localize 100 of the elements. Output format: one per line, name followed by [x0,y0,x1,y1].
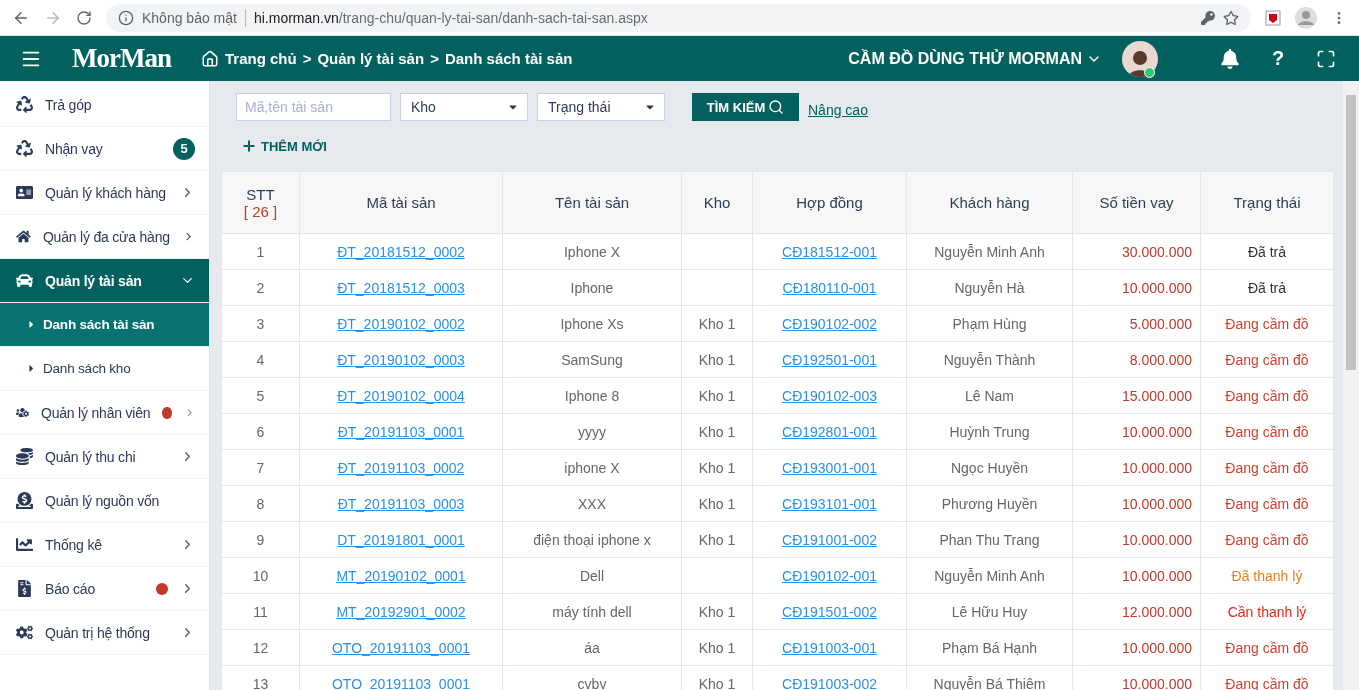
dropdown[interactable]: Trạng thái [537,93,665,121]
add-button[interactable]: THÊM MỚI [235,133,333,159]
table-cell: 12.000.000 [1072,593,1201,630]
table-cell: Kho 1 [681,305,753,342]
status-cell: Đang cầm đồ [1200,341,1334,378]
table-cell: Nguyễn Minh Anh [906,233,1073,270]
sidebar-icon [16,140,33,157]
table-cell: máy tính dell [502,593,682,630]
status-cell: Đã thanh lý [1200,557,1334,594]
table-cell: Kho 1 [681,449,753,486]
status-cell: Cần thanh lý [1200,593,1334,630]
table-cell: 7 [221,449,300,486]
table-cell: 10.000.000 [1072,629,1201,666]
table-cell: Lê Nam [906,377,1073,414]
column-header: Mã tài sản [299,171,503,234]
dropdown[interactable]: Kho [400,93,528,121]
breadcrumb-separator: > [302,50,312,67]
table-cell: Iphone Xs [502,305,682,342]
table-cell: 15.000.000 [1072,377,1201,414]
table-cell: 10.000.000 [1072,521,1201,558]
table-cell: XXX [502,485,682,522]
count-badge: 5 [173,137,195,160]
table-cell: 6 [221,413,300,450]
column-header: Hợp đồng [752,171,907,234]
address-bar[interactable]: Không bảo mật hi.morman.vn/trang-chu/quan-ly-tai-san/danh-sach-tai-san.aspx [106,3,1251,32]
table-cell: Nguyễn Thành [906,341,1073,378]
table-cell: 10.000.000 [1072,449,1201,486]
online-dot [1144,67,1155,78]
security-label: Không bảo mật [142,9,237,26]
column-header: Số tiền vay [1072,171,1201,234]
sidebar-subitem[interactable]: Danh sách tài sản [0,303,209,347]
advanced-link[interactable]: Nâng cao [808,102,868,118]
help-button[interactable]: ? [1261,47,1295,70]
table-cell: 10 [221,557,300,594]
logo[interactable]: MorMan [72,43,171,74]
table-cell: Kho 1 [681,485,753,522]
sidebar-icon [16,96,33,113]
status-cell: Đang cầm đồ [1200,449,1334,486]
sidebar-icon [16,492,33,509]
status-cell: Đã trả [1200,269,1334,306]
status-cell: Đang cầm đồ [1200,629,1334,666]
table-cell: Nguyễn Minh Anh [906,557,1073,594]
profile-icon[interactable] [1295,6,1317,29]
star-icon[interactable] [1223,9,1239,26]
extension-icon[interactable] [1265,9,1281,26]
table-cell: yyyy [502,413,682,450]
breadcrumb-link[interactable]: Trang chủ [224,50,297,67]
url-path: /trang-chu/quan-ly-tai-san/danh-sach-tai-san.aspx [338,9,648,26]
table-cell: Ngọc Huyền [906,449,1073,486]
column-header: STT [ 26 ] [221,171,300,234]
status-cell: Đang cầm đồ [1200,377,1334,414]
search-icon [768,99,785,115]
info-icon[interactable] [118,9,134,26]
shop-selector[interactable]: CẦM ĐỒ DÙNG THỬ MORMAN [848,49,1082,68]
table-cell: Kho 1 [681,413,753,450]
table-cell: 30.000.000 [1072,233,1201,270]
plus-icon [241,138,257,154]
table-cell: SamSung [502,341,682,378]
status-cell: Đã trả [1200,233,1334,270]
url-host: hi.morman.vn [253,9,339,26]
sidebar-icon [16,580,33,597]
reload-icon[interactable] [76,9,92,26]
sidebar-icon [16,184,33,201]
sidebar-icon [16,448,33,465]
table-cell: 10.000.000 [1072,557,1201,594]
table-cell: 13 [221,665,300,690]
table-cell: Iphone [502,269,682,306]
table-cell: 10.000.000 [1072,269,1201,306]
breadcrumb-link[interactable]: Danh sách tài sản [444,50,573,67]
home-icon[interactable] [200,49,219,68]
table-cell: Kho 1 [681,629,753,666]
sidebar-icon [16,272,33,289]
column-header: Trạng thái [1200,171,1334,234]
breadcrumb-link[interactable]: Quản lý tài sản [317,50,425,67]
table-cell: 10.000.000 [1072,413,1201,450]
sidebar-item[interactable]: Quản lý tài sản [0,259,209,303]
table-cell: Kho 1 [681,341,753,378]
table-cell: Iphone 8 [502,377,682,414]
status-cell: Đang cầm đồ [1200,305,1334,342]
avatar[interactable] [1122,40,1158,77]
table-cell: Phương Huyền [906,485,1073,522]
status-cell: Đang cầm đồ [1200,521,1334,558]
table-cell: Nguyễn Hà [906,269,1073,306]
scrollbar[interactable] [1343,81,1359,690]
table-cell: 8.000.000 [1072,341,1201,378]
search-field[interactable]: Mã,tên tài sản [236,93,391,121]
table-cell: Phạm Bá Hạnh [906,629,1073,666]
table-cell: 2 [221,269,300,306]
table-cell: 4 [221,341,300,378]
status-cell: Đang cầm đồ [1200,413,1334,450]
table-cell: 12 [221,629,300,666]
sidebar-icon [16,624,33,641]
column-header: Tên tài sản [502,171,682,234]
table-cell: Phạm Hùng [906,305,1073,342]
key-icon[interactable] [1201,10,1215,25]
table-cell: điện thoại iphone x [502,521,682,558]
table-cell: Kho 1 [681,593,753,630]
search-button[interactable]: TÌM KIẾM [692,93,799,121]
column-header: Khách hàng [906,171,1073,234]
table-cell: Kho 1 [681,377,753,414]
